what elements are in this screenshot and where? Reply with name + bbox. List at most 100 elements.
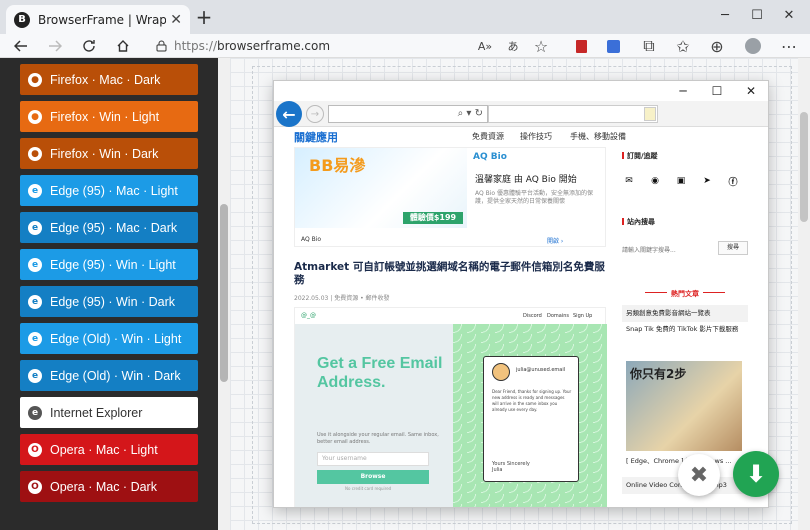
sidebar-item-edge-95-win-dark[interactable]: e Edge (95) · Win · Dark: [20, 286, 198, 317]
address-url: https://browserframe.com: [174, 39, 330, 53]
frame-style-sidebar: ● Firefox · Mac · Dark ● Firefox · Win · Li…: [0, 58, 218, 530]
embed-link-discord: Discord: [523, 313, 542, 319]
frame-titlebar: ─ ☐ ✕: [274, 81, 768, 101]
ad-banner[interactable]: BB易滲 體驗價$199 AQ Bio 溫馨家庭 由 AQ Bio 開始 AQ …: [294, 147, 606, 247]
sidebar-item-firefox-mac-dark[interactable]: ● Firefox · Mac · Dark: [20, 64, 198, 95]
sidebar-item-opera-mac-light[interactable]: O Opera · Mac · Light: [20, 434, 198, 465]
read-aloud-icon[interactable]: A»: [474, 34, 496, 58]
close-window-button[interactable]: ✕: [774, 4, 804, 28]
sidebar-item-firefox-win-dark[interactable]: ● Firefox · Win · Dark: [20, 138, 198, 169]
embed-text: Use it alongside your regular email. Sam…: [317, 432, 439, 445]
sidebar-scrollbar-thumb[interactable]: [220, 204, 228, 382]
extension-red-icon[interactable]: [570, 34, 592, 58]
firefox-icon: ●: [28, 146, 42, 161]
maximize-button[interactable]: ☐: [742, 4, 772, 28]
sidebar-item-label: Edge (95) · Win · Dark: [50, 294, 176, 309]
sidebar-item-firefox-win-light[interactable]: ● Firefox · Win · Light: [20, 101, 198, 132]
site-logo[interactable]: 關鍵應用: [294, 129, 338, 145]
edge-icon: e: [28, 294, 42, 309]
sidebar-item-edge-95-win-light[interactable]: e Edge (95) · Win · Light: [20, 249, 198, 280]
app-root: B BrowserFrame | Wrap screenshot ✕ + ─ ☐…: [0, 0, 810, 530]
home-button[interactable]: [112, 34, 134, 58]
nav-tips[interactable]: 操作技巧: [520, 131, 552, 142]
firefox-icon: ●: [28, 109, 42, 124]
blue-translate-icon: [606, 39, 620, 53]
favorites-icon[interactable]: ✩: [672, 34, 694, 58]
browserframe-favicon-icon: B: [14, 11, 30, 28]
ad-brand: BB易滲: [309, 156, 366, 175]
browser-toolbar: https://browserframe.com A» あ ☆ ⧉ ✩ ⊕ ⋯: [0, 34, 810, 58]
extension-translate-icon[interactable]: [602, 34, 624, 58]
sidebar-item-edge-95-mac-dark[interactable]: e Edge (95) · Mac · Dark: [20, 212, 198, 243]
minimize-button[interactable]: ─: [710, 4, 740, 28]
line-icon[interactable]: ▣: [674, 175, 688, 187]
canvas-scrollbar-thumb[interactable]: [800, 112, 808, 222]
translate-icon[interactable]: あ: [502, 34, 524, 58]
favorite-star-icon[interactable]: ☆: [530, 34, 552, 58]
sidebar-item-internet-explorer[interactable]: e Internet Explorer: [20, 397, 198, 428]
discard-button[interactable]: ✖: [678, 454, 720, 496]
facebook-icon[interactable]: ⓕ: [726, 175, 740, 188]
frame-maximize-button[interactable]: ☐: [700, 81, 734, 101]
sidebar-item-edge-old-win-dark[interactable]: e Edge (Old) · Win · Dark: [20, 360, 198, 391]
tab-close-icon[interactable]: ✕: [170, 12, 182, 28]
telegram-icon[interactable]: ➤: [700, 175, 714, 187]
site-search-input[interactable]: 請輸入關鍵字搜尋...: [622, 245, 676, 254]
opera-icon: O: [28, 479, 42, 494]
embed-link-domains: Domains: [547, 313, 570, 319]
embed-left-panel: Get a Free Email Address. Use it alongsi…: [295, 324, 453, 507]
email-icon[interactable]: ✉: [622, 175, 636, 187]
embed-username-input: Your username: [317, 452, 429, 466]
sidebar-item-edge-old-win-light[interactable]: e Edge (Old) · Win · Light: [20, 323, 198, 354]
reload-button[interactable]: [78, 34, 100, 58]
home-icon: [117, 40, 129, 52]
collections-icon[interactable]: ⊕: [706, 34, 728, 58]
article-title[interactable]: Atmarket 可自訂帳號並挑選網域名稱的電子郵件信箱別名免費服務: [294, 261, 606, 287]
embed-browse-button: Browse: [317, 470, 429, 484]
sidebar-item-label: Firefox · Win · Light: [50, 109, 160, 124]
back-button[interactable]: [10, 34, 32, 58]
tab-title: BrowserFrame | Wrap screenshot: [38, 12, 166, 27]
sidebar-item-label: Opera · Mac · Dark: [50, 479, 157, 494]
ie-address-field[interactable]: ⌕ ▾ ↻: [328, 105, 488, 123]
ie-tab[interactable]: [488, 105, 658, 123]
more-menu-icon[interactable]: ⋯: [778, 34, 800, 58]
hot-article-1[interactable]: 另類創意免費影音網站一覽表: [622, 305, 748, 322]
firefox-icon: ●: [28, 72, 42, 87]
hot-article-2[interactable]: Snap Tik 免費的 TikTok 影片下載服務: [622, 325, 748, 334]
download-button[interactable]: ⬇: [733, 451, 779, 497]
sidebar-item-label: Edge (Old) · Win · Dark: [50, 368, 181, 383]
email-signature: Yours Sincerely Julia: [492, 461, 530, 473]
ad-image: BB易滲 體驗價$199: [295, 148, 467, 228]
ad-source: AQ Bio: [301, 236, 322, 243]
article-meta: 2022.05.03 | 免費資源 • 郵件收發: [294, 295, 390, 302]
sidebar-item-label: Edge (Old) · Win · Light: [50, 331, 182, 346]
sidebar-item-label: Edge (95) · Mac · Dark: [50, 220, 178, 235]
new-tab-button[interactable]: +: [194, 7, 214, 28]
framed-window: ─ ☐ ✕ ← → ⌕ ▾ ↻ 關鍵應用 免費資源 操作技巧 手機、移動設備 B…: [273, 80, 769, 508]
nav-free-resources[interactable]: 免費資源: [472, 131, 504, 142]
sidebar-item-opera-mac-dark[interactable]: O Opera · Mac · Dark: [20, 471, 198, 502]
red-book-icon: [575, 39, 587, 53]
hot-articles-heading: 熱門文章: [622, 289, 748, 299]
forward-button[interactable]: [44, 34, 66, 58]
rss-icon[interactable]: ◉: [648, 175, 662, 187]
sidebar-item-label: Firefox · Mac · Dark: [50, 72, 161, 87]
sidebar-item-edge-95-mac-light[interactable]: e Edge (95) · Mac · Light: [20, 175, 198, 206]
profile-avatar[interactable]: [742, 34, 764, 58]
tab-browserframe[interactable]: B BrowserFrame | Wrap screenshot ✕: [6, 5, 190, 34]
extensions-puzzle-icon[interactable]: ⧉: [638, 34, 660, 58]
social-icons: ✉ ◉ ▣ ➤ ⓕ: [622, 175, 740, 188]
ie-forward-button[interactable]: →: [306, 105, 324, 123]
edge-icon: e: [28, 405, 42, 420]
nav-mobile[interactable]: 手機、移動設備: [570, 131, 626, 142]
frame-minimize-button[interactable]: ─: [666, 81, 700, 101]
reload-icon: [83, 40, 95, 52]
sidebar-item-label: Edge (95) · Mac · Light: [50, 183, 178, 198]
embed-header: @_@ Discord Domains Sign Up: [295, 308, 607, 324]
ad-open-link[interactable]: 開啟 ›: [547, 236, 563, 245]
site-search-button[interactable]: 搜尋: [718, 241, 748, 255]
ie-back-button[interactable]: ←: [276, 101, 302, 127]
frame-close-button[interactable]: ✕: [734, 81, 768, 101]
embed-link-signup: Sign Up: [573, 313, 593, 319]
